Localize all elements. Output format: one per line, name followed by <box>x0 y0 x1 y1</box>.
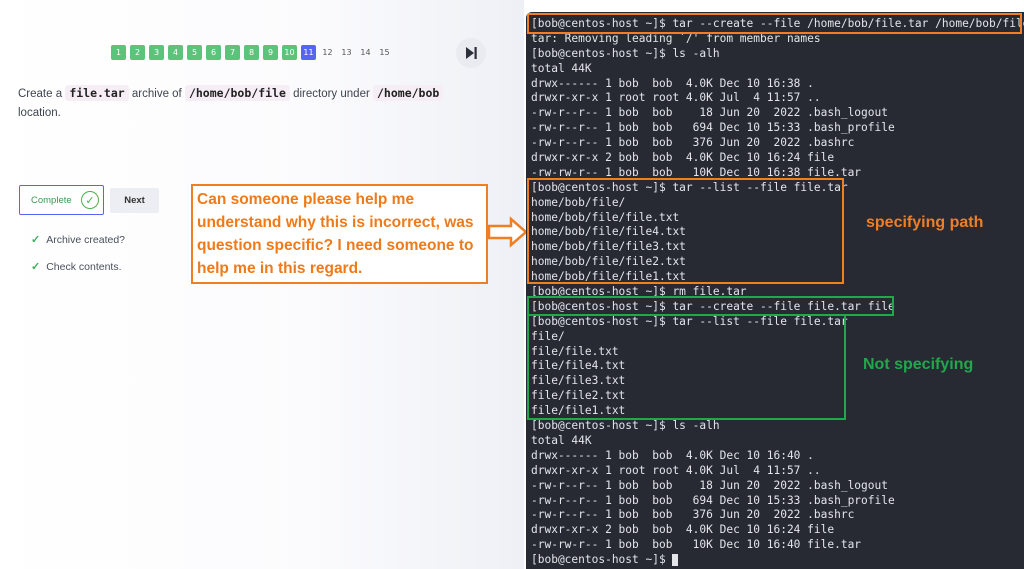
terminal-line-text: -rw-r--r-- 1 bob bob 376 Jun 20 2022 .ba… <box>531 508 855 522</box>
terminal-line: [bob@centos-host ~]$ <box>531 553 1024 568</box>
terminal-line-text: -rw-r--r-- 1 bob bob 18 Jun 20 2022 .bas… <box>531 478 888 492</box>
terminal-line: drwxr-xr-x 2 bob bob 4.0K Dec 10 16:24 f… <box>531 523 1024 538</box>
next-button[interactable]: Next <box>110 188 159 213</box>
terminal-line-text: -rw-r--r-- 1 bob bob 376 Jun 20 2022 .ba… <box>531 136 855 150</box>
step-11[interactable]: 11 <box>301 45 316 60</box>
step-15[interactable]: 15 <box>377 45 392 60</box>
skip-forward-icon <box>466 47 477 59</box>
terminal-line: -rw-r--r-- 1 bob bob 694 Dec 10 15:33 .b… <box>531 121 1024 136</box>
checkmark-icon: ✓ <box>31 234 41 246</box>
terminal-line-text: [bob@centos-host ~]$ <box>531 553 673 567</box>
step-2[interactable]: 2 <box>130 45 145 60</box>
step-5[interactable]: 5 <box>187 45 202 60</box>
terminal-line-text: -rw-rw-r-- 1 bob bob 10K Dec 10 16:40 fi… <box>531 538 862 552</box>
step-13[interactable]: 13 <box>339 45 354 60</box>
task-code-dest: /home/bob <box>373 85 444 101</box>
step-3[interactable]: 3 <box>149 45 164 60</box>
task-code-archive: file.tar <box>65 85 129 101</box>
complete-button[interactable]: Complete ✓ <box>19 185 104 215</box>
terminal-line: tar: Removing leading `/' from member na… <box>531 32 1024 47</box>
highlight-list-with-path <box>527 178 844 284</box>
terminal-line: drwxr-xr-x 2 bob bob 4.0K Dec 10 16:24 f… <box>531 151 1024 166</box>
terminal-line: total 44K <box>531 434 1024 449</box>
highlight-list-relative <box>527 314 846 420</box>
terminal-line: -rw-rw-r-- 1 bob bob 10K Dec 10 16:40 fi… <box>531 538 1024 553</box>
terminal-line: drwxr-xr-x 1 root root 4.0K Jul 4 11:57 … <box>531 91 1024 106</box>
step-progress: 1 2 3 4 5 6 7 8 9 10 11 12 13 14 15 <box>111 45 392 60</box>
terminal-line-text: [bob@centos-host ~]$ ls -alh <box>531 419 720 433</box>
terminal-line-text: [bob@centos-host ~]$ ls -alh <box>531 46 720 60</box>
checkmark-icon: ✓ <box>31 261 41 273</box>
check-item-archive: ✓ Archive created? <box>31 233 126 247</box>
terminal-line-text: -rw-r--r-- 1 bob bob 694 Dec 10 15:33 .b… <box>531 493 895 507</box>
terminal-line: -rw-r--r-- 1 bob bob 376 Jun 20 2022 .ba… <box>531 136 1024 151</box>
label-specifying-path: specifying path <box>866 214 984 231</box>
task-panel: 1 2 3 4 5 6 7 8 9 10 11 12 13 14 15 Create a file.tar … <box>0 0 528 569</box>
step-9[interactable]: 9 <box>263 45 278 60</box>
check-label: Archive created? <box>46 233 126 246</box>
terminal-line: drwx------ 1 bob bob 4.0K Dec 10 16:40 . <box>531 449 1024 464</box>
step-7[interactable]: 7 <box>225 45 240 60</box>
terminal-line: -rw-r--r-- 1 bob bob 18 Jun 20 2022 .bas… <box>531 106 1024 121</box>
terminal-line: [bob@centos-host ~]$ ls -alh <box>531 47 1024 62</box>
terminal-line: drwx------ 1 bob bob 4.0K Dec 10 16:38 . <box>531 77 1024 92</box>
task-text-3: directory under <box>289 88 373 100</box>
step-6[interactable]: 6 <box>206 45 221 60</box>
step-12[interactable]: 12 <box>320 45 335 60</box>
step-8[interactable]: 8 <box>244 45 259 60</box>
terminal-line-text: drwx------ 1 bob bob 4.0K Dec 10 16:38 . <box>531 76 814 90</box>
check-label: Check contents. <box>46 260 122 273</box>
check-item-contents: ✓ Check contents. <box>31 260 122 274</box>
terminal-output: [bob@centos-host ~]$ tar --create --file… <box>531 17 1024 568</box>
complete-label: Complete <box>31 194 72 206</box>
terminal-line-text: drwx------ 1 bob bob 4.0K Dec 10 16:40 . <box>531 448 814 462</box>
terminal-line-text: total 44K <box>531 433 592 447</box>
terminal-cursor <box>672 554 679 567</box>
terminal[interactable]: [bob@centos-host ~]$ tar --create --file… <box>526 12 1024 569</box>
task-text-4: location. <box>18 107 61 119</box>
task-description: Create a file.tar archive of /home/bob/f… <box>18 84 488 123</box>
terminal-line-text: -rw-rw-r-- 1 bob bob 10K Dec 10 16:38 fi… <box>531 165 862 179</box>
step-14[interactable]: 14 <box>358 45 373 60</box>
question-annotation: Can someone please help me understand wh… <box>191 184 488 284</box>
terminal-line: drwxr-xr-x 1 root root 4.0K Jul 4 11:57 … <box>531 464 1024 479</box>
terminal-line: [bob@centos-host ~]$ ls -alh <box>531 419 1024 434</box>
terminal-line: -rw-r--r-- 1 bob bob 376 Jun 20 2022 .ba… <box>531 508 1024 523</box>
terminal-line-text: -rw-r--r-- 1 bob bob 18 Jun 20 2022 .bas… <box>531 106 888 120</box>
terminal-line: -rw-r--r-- 1 bob bob 18 Jun 20 2022 .bas… <box>531 479 1024 494</box>
skip-to-end-button[interactable] <box>456 38 486 68</box>
task-code-source: /home/bob/file <box>184 85 290 101</box>
task-text-1: Create a <box>18 88 66 100</box>
terminal-line: -rw-r--r-- 1 bob bob 694 Dec 10 15:33 .b… <box>531 494 1024 509</box>
step-1[interactable]: 1 <box>111 45 126 60</box>
arrow-right-icon <box>487 216 528 248</box>
terminal-line-text: drwxr-xr-x 1 root root 4.0K Jul 4 11:57 … <box>531 463 821 477</box>
terminal-line-text: total 44K <box>531 61 592 75</box>
terminal-line-text: drwxr-xr-x 2 bob bob 4.0K Dec 10 16:24 f… <box>531 523 835 537</box>
highlight-create-relative <box>527 296 894 316</box>
check-circle-icon: ✓ <box>81 191 99 209</box>
highlight-create-command <box>527 13 1022 34</box>
task-text-2: archive of <box>128 88 185 100</box>
terminal-line-text: drwxr-xr-x 2 bob bob 4.0K Dec 10 16:24 f… <box>531 151 835 165</box>
terminal-line-text: -rw-r--r-- 1 bob bob 694 Dec 10 15:33 .b… <box>531 121 895 135</box>
terminal-line-text: drwxr-xr-x 1 root root 4.0K Jul 4 11:57 … <box>531 91 821 105</box>
label-not-specifying: Not specifying <box>863 356 974 373</box>
step-4[interactable]: 4 <box>168 45 183 60</box>
step-10[interactable]: 10 <box>282 45 297 60</box>
terminal-line: total 44K <box>531 62 1024 77</box>
